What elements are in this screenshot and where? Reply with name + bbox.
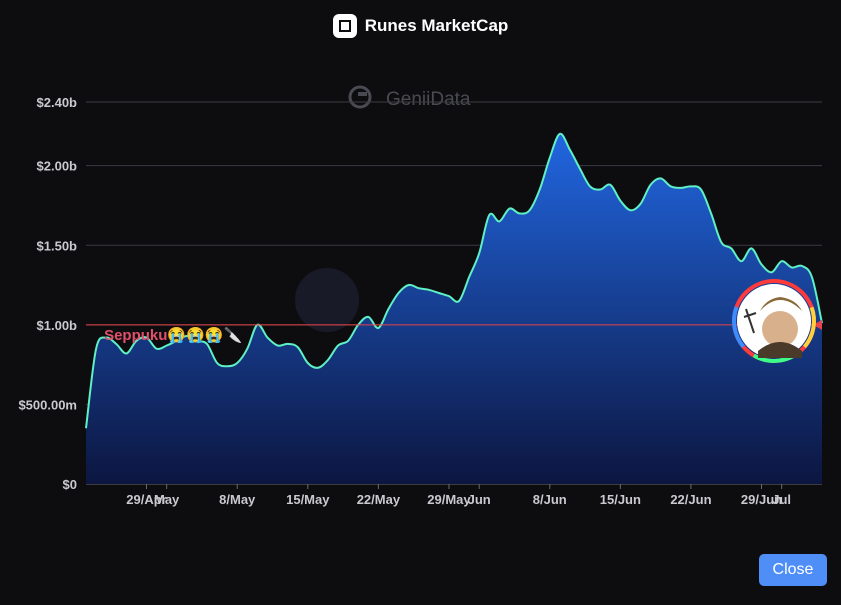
x-tick-label: Jul bbox=[772, 492, 791, 507]
y-tick-label: $1.50b bbox=[37, 238, 78, 253]
series-area bbox=[85, 132, 823, 484]
x-tick-label: 29/May bbox=[427, 492, 471, 507]
x-tick-label: 22/Jun bbox=[670, 492, 711, 507]
y-tick-label: $0 bbox=[63, 477, 77, 492]
watermark-center-icon bbox=[295, 268, 359, 332]
x-tick-label: Jun bbox=[468, 492, 491, 507]
marketcap-chart: GeniiData $0 $500.00m $1.00b $1.50b $2.00b $2… bbox=[18, 85, 823, 507]
x-tick-label: 8/May bbox=[219, 492, 256, 507]
geniidata-logo-icon bbox=[348, 85, 372, 109]
close-button[interactable]: Close bbox=[759, 554, 827, 586]
watermark-text: GeniiData bbox=[386, 89, 471, 110]
x-tick-label: 22/May bbox=[357, 492, 401, 507]
x-tick-label: May bbox=[154, 492, 180, 507]
y-tick-label: $1.00b bbox=[37, 318, 78, 333]
x-tick-label: 8/Jun bbox=[533, 492, 567, 507]
y-tick-label: $500.00m bbox=[18, 397, 77, 412]
chart-annotation: Seppuku😭😭😭🔪 bbox=[104, 326, 242, 344]
area-fill bbox=[86, 133, 822, 484]
y-tick-label: $2.40b bbox=[37, 95, 78, 110]
y-tick-label: $2.00b bbox=[37, 159, 78, 174]
x-tick-label: 15/May bbox=[286, 492, 330, 507]
x-tick-label: 15/Jun bbox=[600, 492, 641, 507]
